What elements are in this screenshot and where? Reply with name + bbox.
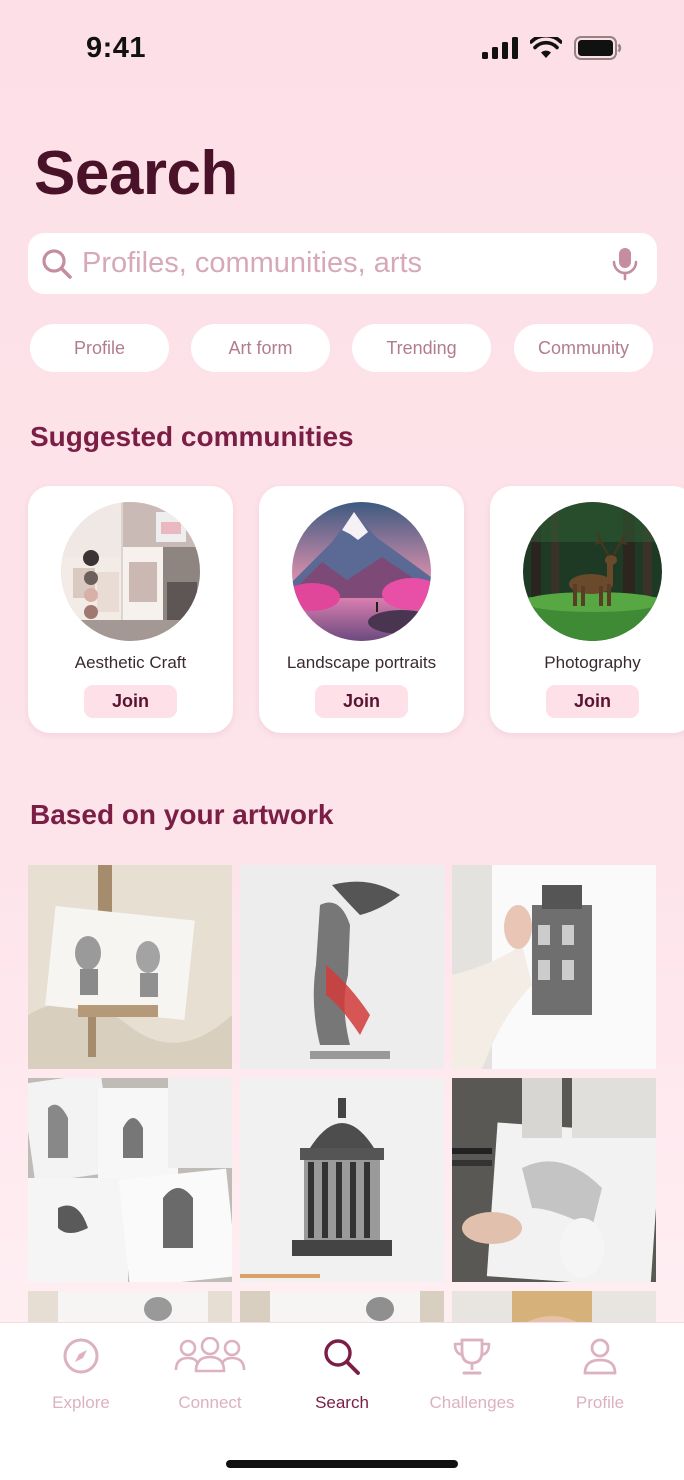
artwork-tile[interactable] <box>452 865 656 1069</box>
tab-search[interactable]: Search <box>277 1323 407 1433</box>
wifi-icon <box>530 37 562 58</box>
artwork-tile[interactable] <box>240 1291 444 1322</box>
artwork-tile[interactable] <box>240 1078 444 1282</box>
community-name: Aesthetic Craft <box>74 653 187 672</box>
trophy-icon <box>453 1338 491 1375</box>
suggested-communities-title: Suggested communities <box>30 421 354 452</box>
tab-label: Challenges <box>429 1393 515 1412</box>
people-group-icon <box>174 1337 246 1373</box>
chip-art-form[interactable]: Art form <box>191 324 330 372</box>
join-button[interactable]: Join <box>546 685 639 718</box>
community-avatar-landscape-portraits <box>292 502 431 641</box>
artwork-grid <box>28 865 656 1322</box>
status-bar: 9:41 <box>0 0 684 100</box>
tab-explore[interactable]: Explore <box>16 1323 146 1433</box>
compass-icon <box>63 1338 99 1374</box>
join-button[interactable]: Join <box>84 685 177 718</box>
cellular-signal-icon <box>482 37 518 59</box>
status-time: 9:41 <box>86 32 147 64</box>
status-icons <box>482 36 622 60</box>
community-card[interactable]: Landscape portraits Join <box>259 486 464 733</box>
tab-profile[interactable]: Profile <box>535 1323 665 1433</box>
community-avatar-aesthetic-craft <box>61 502 200 641</box>
tab-label: Search <box>315 1393 369 1412</box>
home-indicator <box>226 1460 458 1468</box>
search-bar[interactable] <box>28 233 657 294</box>
chip-community[interactable]: Community <box>514 324 653 372</box>
microphone-icon[interactable] <box>611 246 639 282</box>
search-input[interactable] <box>82 247 611 280</box>
artwork-tile[interactable] <box>28 1078 232 1282</box>
community-avatar-photography <box>523 502 662 641</box>
chip-trending[interactable]: Trending <box>352 324 491 372</box>
tab-label: Profile <box>575 1393 625 1412</box>
artwork-tile[interactable] <box>452 1291 656 1322</box>
person-icon <box>583 1338 617 1375</box>
tab-connect[interactable]: Connect <box>145 1323 275 1433</box>
battery-icon <box>574 36 622 60</box>
artwork-tile[interactable] <box>240 865 444 1069</box>
artwork-tile[interactable] <box>28 865 232 1069</box>
filter-chips: Profile Art form Trending Community <box>30 324 654 372</box>
page-title: Search <box>34 139 238 208</box>
artwork-tile[interactable] <box>28 1291 232 1322</box>
artwork-section-title: Based on your artwork <box>30 799 334 830</box>
search-icon <box>324 1339 360 1375</box>
tab-label: Explore <box>52 1393 110 1412</box>
community-card[interactable]: Photography Join <box>490 486 684 733</box>
search-icon <box>42 248 72 279</box>
community-name: Landscape portraits <box>286 653 437 672</box>
artwork-tile[interactable] <box>452 1078 656 1282</box>
bottom-tab-bar: Explore Connect Search Challenges Profil… <box>0 1322 684 1480</box>
tab-challenges[interactable]: Challenges <box>407 1323 537 1433</box>
join-button[interactable]: Join <box>315 685 408 718</box>
chip-profile[interactable]: Profile <box>30 324 169 372</box>
community-name: Photography <box>544 653 641 672</box>
community-card[interactable]: Aesthetic Craft Join <box>28 486 233 733</box>
tab-label: Connect <box>178 1393 242 1412</box>
